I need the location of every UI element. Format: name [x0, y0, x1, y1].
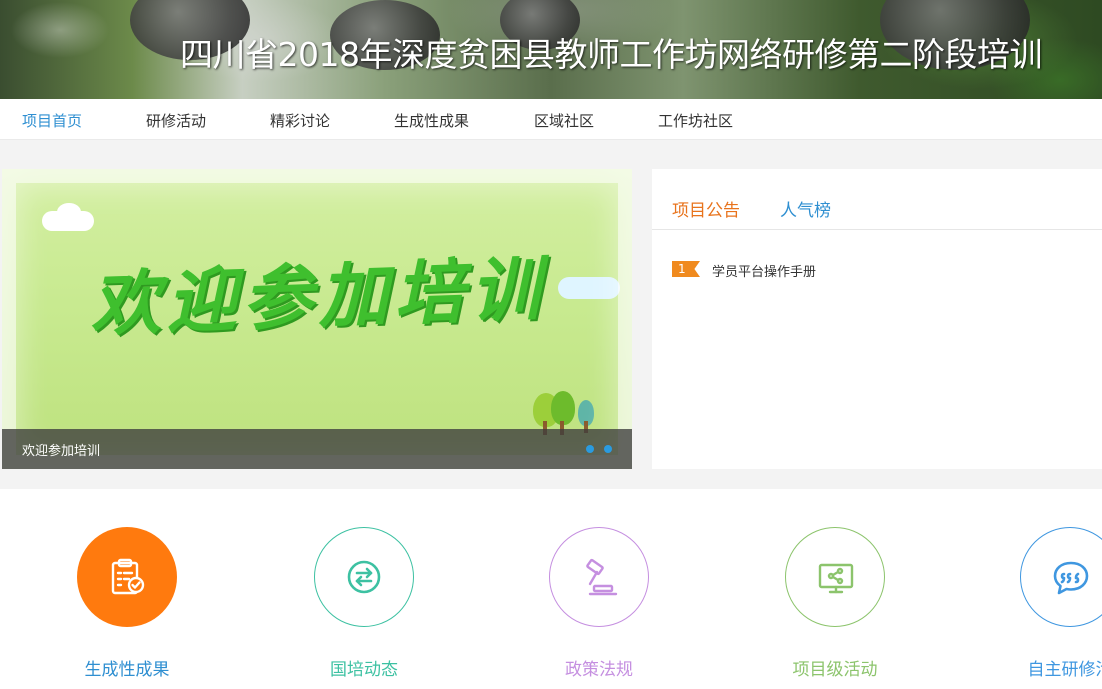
clipboard-check-icon — [111, 558, 145, 595]
monitor-share-icon — [818, 563, 854, 594]
site-title: 四川省2018年深度贫困县教师工作坊网络研修第二阶段培训 — [180, 35, 1042, 74]
slider-dot-1[interactable] — [586, 445, 594, 453]
slider-dot-2[interactable] — [604, 445, 612, 453]
feature-results-label: 生成性成果 — [84, 660, 170, 680]
notice-tabs: 项目公告 人气榜 — [652, 169, 1102, 230]
feature-self-study[interactable]: 自主研修活 — [1000, 527, 1102, 687]
banner-slider[interactable]: 欢迎参加培训 欢迎参加培训 — [2, 169, 632, 469]
refresh-arrows-icon — [347, 560, 381, 594]
feature-self-study-label: 自主研修活 — [1027, 660, 1102, 680]
notice-panel: 项目公告 人气榜 1 学员平台操作手册 — [652, 169, 1102, 469]
tab-announcements[interactable]: 项目公告 — [672, 196, 740, 221]
feature-news-circle — [314, 527, 414, 627]
feature-policy[interactable]: 政策法规 — [529, 527, 669, 687]
slide-frame — [2, 169, 632, 469]
feature-results-circle — [77, 527, 177, 627]
feature-project-activity-circle — [785, 527, 885, 627]
feature-self-study-circle — [1020, 527, 1102, 627]
feature-policy-circle — [549, 527, 649, 627]
nav-item-region[interactable]: 区域社区 — [534, 110, 594, 131]
nav-item-workshop[interactable]: 工作坊社区 — [658, 110, 733, 131]
feature-project-activity[interactable]: 项目级活动 — [765, 527, 905, 687]
header-banner: 四川省2018年深度贫困县教师工作坊网络研修第二阶段培训 — [0, 0, 1102, 99]
feature-policy-label: 政策法规 — [565, 660, 633, 680]
nav-item-results[interactable]: 生成性成果 — [394, 110, 469, 131]
chat-bubble-icon — [1053, 561, 1089, 595]
feature-results[interactable]: 生成性成果 — [57, 527, 197, 687]
tab-popularity[interactable]: 人气榜 — [780, 196, 831, 221]
slide-caption-bar: 欢迎参加培训 — [2, 429, 632, 469]
feature-section: 生成性成果 国培动态 政策法规 项目级活动 自主研修 — [0, 489, 1102, 689]
nav-item-home[interactable]: 项目首页 — [22, 110, 82, 131]
nav-item-discussion[interactable]: 精彩讨论 — [270, 110, 330, 131]
nav-item-activities[interactable]: 研修活动 — [146, 110, 206, 131]
feature-news-label: 国培动态 — [330, 660, 398, 680]
notice-link[interactable]: 学员平台操作手册 — [712, 261, 816, 280]
rank-badge: 1 — [672, 261, 700, 277]
gavel-icon — [586, 558, 618, 596]
feature-project-activity-label: 项目级活动 — [792, 660, 878, 680]
feature-news[interactable]: 国培动态 — [294, 527, 434, 687]
main-nav: 项目首页 研修活动 精彩讨论 生成性成果 区域社区 工作坊社区 — [0, 99, 1102, 140]
slide-caption: 欢迎参加培训 — [22, 444, 101, 459]
